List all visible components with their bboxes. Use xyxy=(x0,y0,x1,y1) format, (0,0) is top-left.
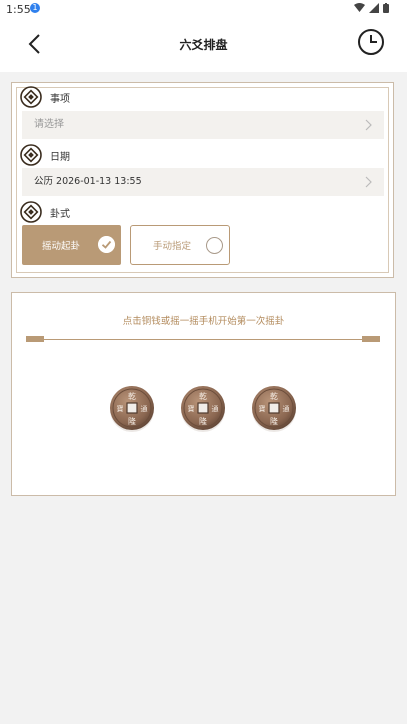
manual-specify-option[interactable]: 手动指定 xyxy=(130,225,230,265)
shake-cast-label: 摇动起卦 xyxy=(42,241,81,252)
diamond-coin-icon xyxy=(20,144,42,166)
diamond-coin-icon xyxy=(20,86,42,108)
divider-line xyxy=(26,339,380,340)
divider-end-right xyxy=(362,336,380,342)
coin-glyph-left: 寶 xyxy=(188,404,195,413)
method-label: 卦式 xyxy=(50,208,70,220)
coin-glyph-right: 通 xyxy=(141,404,148,413)
wifi-icon xyxy=(354,3,365,12)
status-time: 1:55 xyxy=(6,3,31,16)
matter-label: 事项 xyxy=(50,93,70,105)
matter-select[interactable]: 请选择 xyxy=(22,111,384,139)
app-header: 六爻排盘 xyxy=(0,18,407,72)
diamond-coin-icon xyxy=(20,201,42,223)
signal-icon xyxy=(369,3,379,13)
copper-coin-3[interactable]: 乾 隆 寶 通 xyxy=(250,384,298,432)
status-icons xyxy=(354,3,389,13)
method-label-row: 卦式 xyxy=(20,201,70,223)
coin-glyph-left: 寶 xyxy=(117,404,124,413)
matter-label-row: 事项 xyxy=(20,86,70,108)
coin-glyph-bottom: 隆 xyxy=(199,416,207,426)
coin-glyph-top: 乾 xyxy=(270,391,278,401)
status-bar: 1:55 1 xyxy=(0,0,407,18)
copper-coin-1[interactable]: 乾 隆 寶 通 xyxy=(108,384,156,432)
notification-badge: 1 xyxy=(30,3,40,13)
manual-specify-label: 手动指定 xyxy=(153,241,192,252)
casting-hint: 点击铜钱或摇一摇手机开始第一次摇卦 xyxy=(122,316,285,327)
divider-end-left xyxy=(26,336,44,342)
coin-glyph-bottom: 隆 xyxy=(270,416,278,426)
date-label: 日期 xyxy=(50,151,70,163)
coin-glyph-right: 通 xyxy=(212,404,219,413)
history-clock-icon[interactable] xyxy=(357,28,385,56)
coin-glyph-top: 乾 xyxy=(199,391,207,401)
page-title: 六爻排盘 xyxy=(179,38,228,52)
radio-unchecked-icon xyxy=(206,237,223,254)
copper-coin-2[interactable]: 乾 隆 寶 通 xyxy=(179,384,227,432)
checkmark-icon xyxy=(98,236,115,253)
chevron-right-icon xyxy=(365,119,372,131)
matter-placeholder: 请选择 xyxy=(34,119,64,130)
battery-icon xyxy=(383,3,389,13)
coin-glyph-right: 通 xyxy=(283,404,290,413)
date-select[interactable]: 公历 2026-01-13 13:55 xyxy=(22,168,384,196)
coin-glyph-bottom: 隆 xyxy=(128,416,136,426)
chevron-right-icon xyxy=(365,176,372,188)
date-label-row: 日期 xyxy=(20,144,70,166)
date-value: 公历 2026-01-13 13:55 xyxy=(34,176,142,187)
shake-cast-option[interactable]: 摇动起卦 xyxy=(22,225,121,265)
coin-glyph-left: 寶 xyxy=(259,404,266,413)
coin-glyph-top: 乾 xyxy=(128,391,136,401)
